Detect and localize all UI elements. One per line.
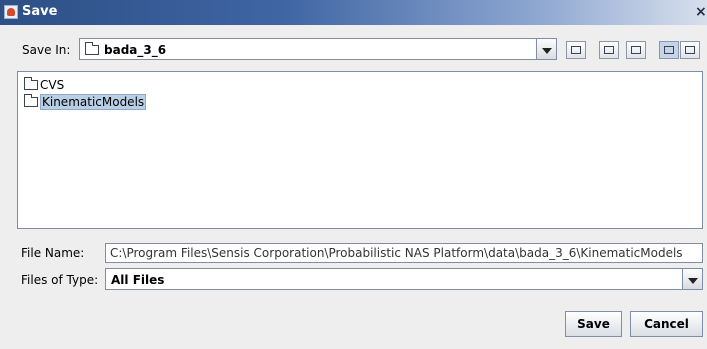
save-in-value: bada_3_6 bbox=[104, 43, 167, 57]
folder-icon bbox=[85, 42, 99, 55]
up-one-level-button[interactable] bbox=[566, 41, 586, 59]
file-name: KinematicModels bbox=[40, 94, 147, 110]
details-view-button[interactable] bbox=[680, 41, 700, 59]
java-icon bbox=[4, 5, 18, 19]
list-view-button[interactable] bbox=[659, 41, 679, 59]
save-button[interactable]: Save bbox=[565, 311, 622, 337]
up-one-level-icon bbox=[571, 46, 581, 54]
folder-icon bbox=[24, 77, 38, 90]
save-dialog: Save × Save In: bada_3_6 CVS KinematicMo… bbox=[0, 0, 707, 349]
files-of-type-combo[interactable]: All Files bbox=[105, 268, 703, 290]
save-in-combo[interactable]: bada_3_6 bbox=[79, 38, 557, 60]
list-view-icon bbox=[664, 46, 674, 54]
window-title: Save bbox=[22, 4, 58, 19]
file-name-field[interactable]: C:\Program Files\Sensis Corporation\Prob… bbox=[105, 243, 703, 263]
home-button[interactable] bbox=[599, 41, 619, 59]
new-folder-button[interactable] bbox=[626, 41, 646, 59]
file-list[interactable]: CVS KinematicModels bbox=[17, 71, 703, 229]
new-folder-icon bbox=[631, 46, 641, 54]
home-icon bbox=[604, 46, 614, 54]
chevron-down-icon[interactable] bbox=[536, 39, 556, 59]
folder-icon bbox=[24, 94, 38, 107]
files-of-type-value: All Files bbox=[111, 273, 165, 287]
title-bar[interactable]: Save × bbox=[0, 0, 707, 25]
files-of-type-label: Files of Type: bbox=[21, 273, 99, 287]
close-button[interactable]: × bbox=[695, 4, 707, 20]
list-item[interactable]: CVS bbox=[24, 77, 66, 93]
save-in-label: Save In: bbox=[22, 43, 71, 57]
list-item[interactable]: KinematicModels bbox=[24, 94, 148, 110]
cancel-button[interactable]: Cancel bbox=[630, 311, 703, 337]
chevron-down-icon[interactable] bbox=[682, 269, 702, 289]
details-view-icon bbox=[685, 46, 695, 54]
file-name: CVS bbox=[40, 78, 65, 92]
file-name-label: File Name: bbox=[21, 246, 85, 260]
